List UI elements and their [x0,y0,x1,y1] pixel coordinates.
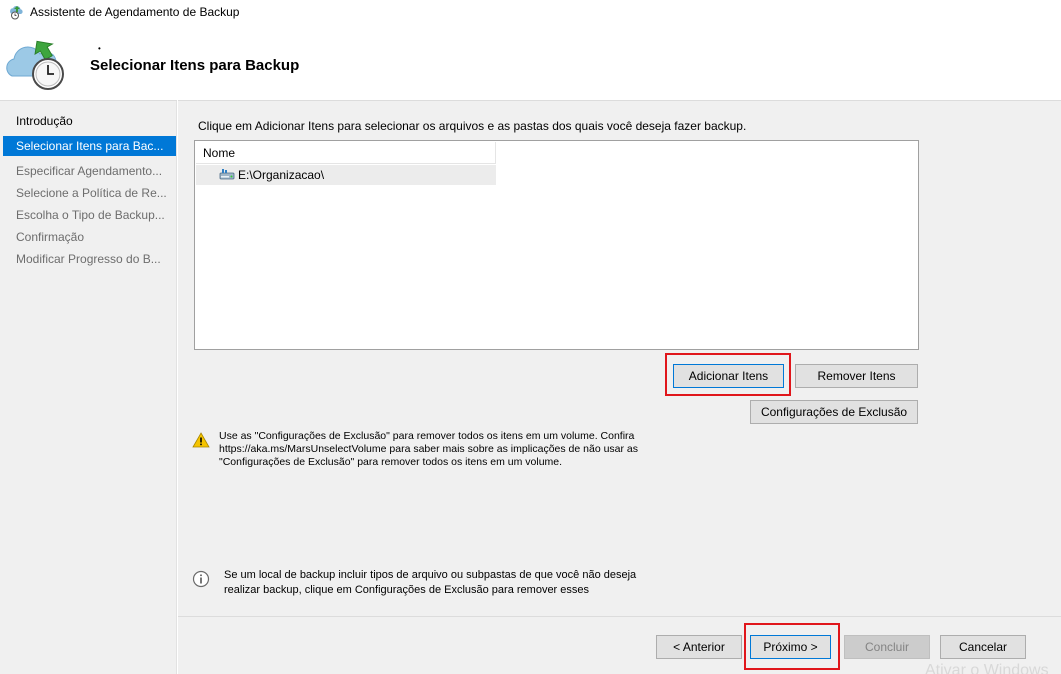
step-confirmation[interactable]: Confirmação [3,227,176,247]
step-modify-progress[interactable]: Modificar Progresso do B... [3,249,176,269]
activation-watermark: Ativar o Windows [925,662,1049,674]
window-title: Assistente de Agendamento de Backup [30,5,240,19]
wizard-header: • Selecionar Itens para Backup [0,24,1061,100]
instruction-text: Clique em Adicionar Itens para seleciona… [198,119,747,133]
title-bar: Assistente de Agendamento de Backup [0,0,1061,24]
backup-schedule-icon [6,40,64,90]
step-backup-type[interactable]: Escolha o Tipo de Backup... [3,205,176,225]
warning-icon [192,432,210,448]
exclusion-settings-button[interactable]: Configurações de Exclusão [750,400,918,424]
header-dot: • [98,44,101,53]
step-specify-schedule[interactable]: Especificar Agendamento... [3,161,176,181]
info-icon [192,570,210,588]
info-text: Se um local de backup incluir tipos de a… [224,569,637,596]
cancel-button[interactable]: Cancelar [940,635,1026,659]
content-divider [178,100,1061,101]
previous-button[interactable]: < Anterior [656,635,742,659]
finish-button[interactable]: Concluir [844,635,930,659]
next-button[interactable]: Próximo > [750,635,831,659]
list-item[interactable]: E:\Organizacao\ [196,165,496,185]
remove-items-button[interactable]: Remover Itens [795,364,918,388]
step-select-items[interactable]: Selecionar Itens para Bac... [3,136,176,156]
drive-icon [219,169,235,180]
step-retention-policy[interactable]: Selecione a Política de Re... [3,183,176,203]
backup-items-list[interactable]: Nome E:\Organizacao\ [194,140,919,350]
sidebar-divider [0,100,177,101]
column-header-name[interactable]: Nome [196,142,496,164]
warning-text: Use as "Configurações de Exclusão" para … [219,430,639,468]
page-title: Selecionar Itens para Backup [90,57,300,74]
add-items-button[interactable]: Adicionar Itens [673,364,784,388]
backup-app-icon [10,5,23,20]
step-introduction[interactable]: Introdução [3,111,176,131]
item-path: E:\Organizacao\ [238,168,325,182]
